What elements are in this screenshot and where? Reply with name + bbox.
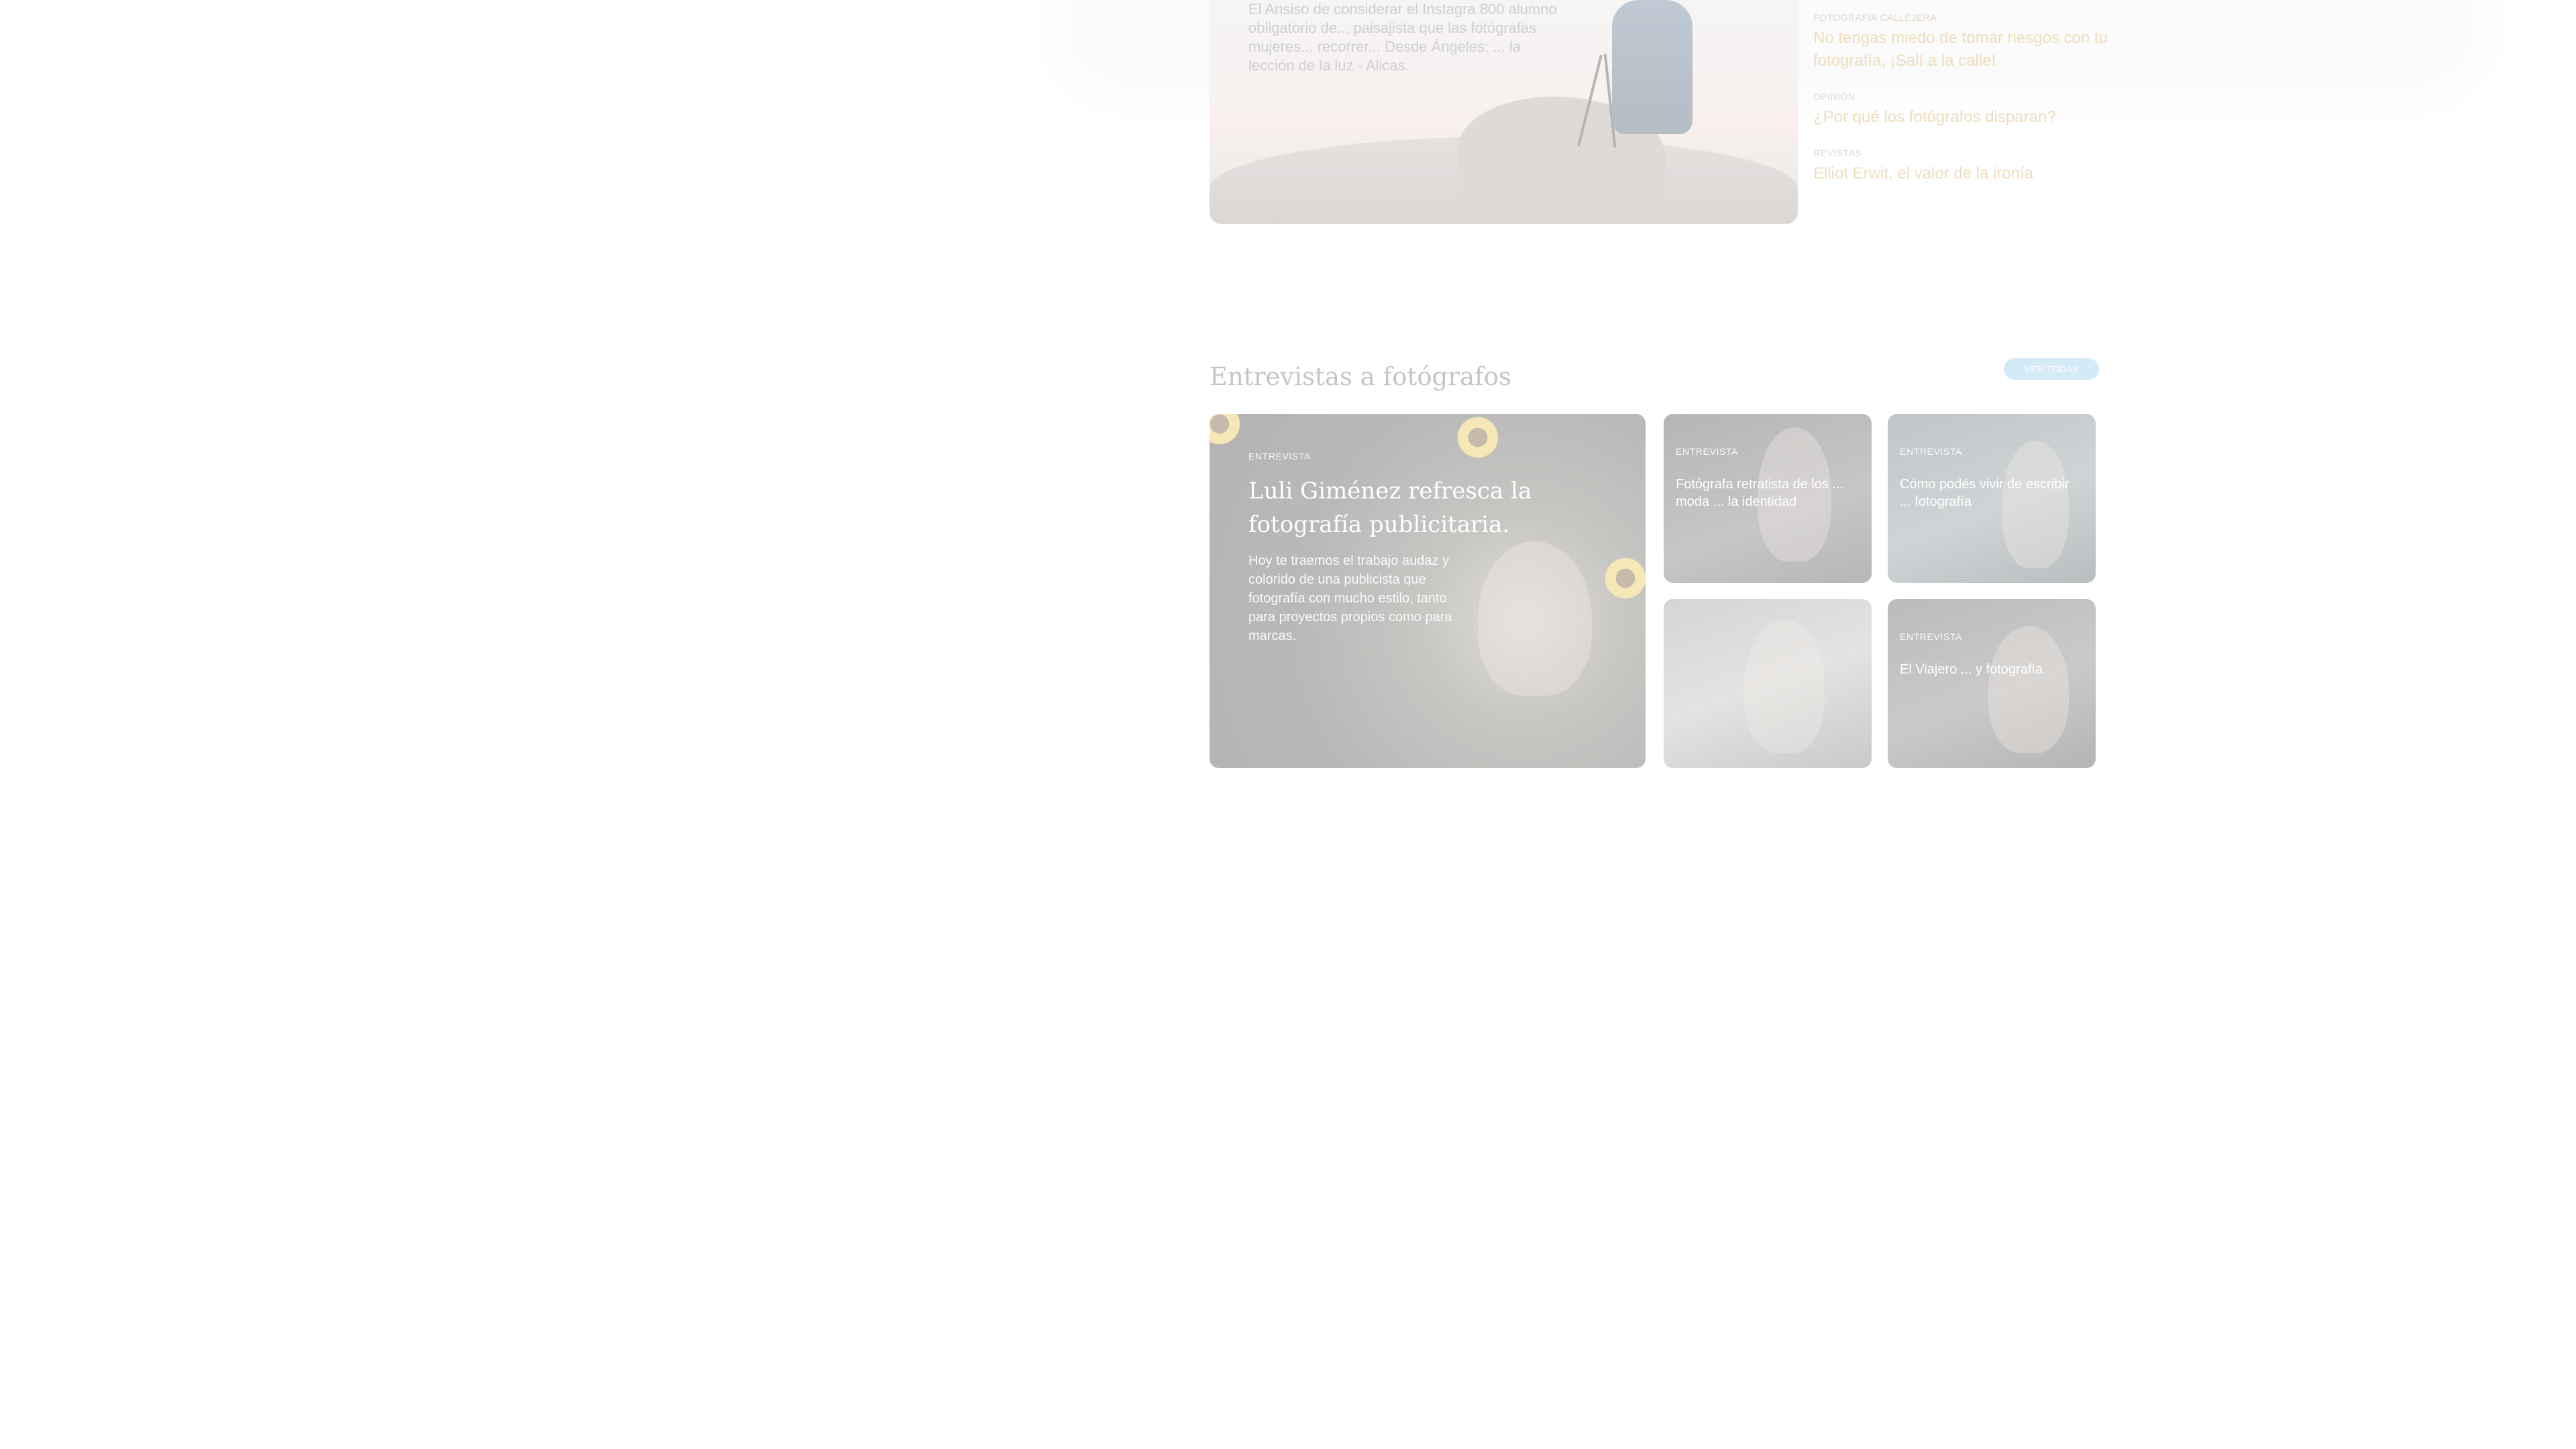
card-category: ENTREVISTA <box>1248 451 1311 462</box>
interview-card[interactable] <box>1664 599 1872 768</box>
interview-card[interactable]: ENTREVISTA Cómo podés vivir de escribir … <box>1888 414 2096 583</box>
card-category: ENTREVISTA <box>1900 446 1962 457</box>
card-description: Hoy te traemos el trabajo audaz y colori… <box>1248 553 1452 643</box>
related-article-title[interactable]: Elliot Erwit, el valor de la ironía <box>1813 162 2108 185</box>
related-article[interactable]: REVISTAS Elliot Erwit, el valor de la ir… <box>1813 148 2108 185</box>
portrait-figure <box>1478 541 1592 696</box>
portrait-figure <box>1744 619 1825 753</box>
card-category: ENTREVISTA <box>1900 631 1962 642</box>
card-category: ENTREVISTA <box>1676 446 1738 457</box>
section-title: Entrevistas a fotógrafos <box>1210 362 1512 391</box>
related-article[interactable]: OPINIÓN ¿Por qué los fotógrafos disparan… <box>1813 91 2108 129</box>
card-title[interactable]: Luli Giménez refresca la fotografía publ… <box>1248 474 1564 541</box>
related-article-category: FOTOGRAFÍA CALLEJERA <box>1813 12 1937 23</box>
portrait-figure <box>1988 626 2069 753</box>
featured-article-image[interactable]: El Ansiso de considerar el Instagra 800 … <box>1210 0 1798 224</box>
page: El Ansiso de considerar el Instagra 800 … <box>0 0 2576 1449</box>
interview-card[interactable]: ENTREVISTA El Viajero ... y fotografía <box>1888 599 2096 768</box>
related-article-category: OPINIÓN <box>1813 91 1856 102</box>
sunflower-icon <box>1454 414 1501 461</box>
related-article-title[interactable]: ¿Por qué los fotógrafos disparan? <box>1813 106 2108 129</box>
see-all-button[interactable]: VER TODAS <box>2004 358 2099 380</box>
sunflower-icon <box>1602 555 1646 602</box>
card-title[interactable]: Cómo podés vivir de escribir ... fotogra… <box>1900 476 2081 511</box>
card-title[interactable]: El Viajero ... y fotografía <box>1900 661 2081 678</box>
featured-interview-card[interactable]: ENTREVISTA Luli Giménez refresca la foto… <box>1210 414 1646 768</box>
related-article[interactable]: FOTOGRAFÍA CALLEJERA No tengas miedo de … <box>1813 12 2108 72</box>
featured-article-description: El Ansiso de considerar el Instagra 800 … <box>1248 1 1557 74</box>
card-title[interactable]: Fotógrafa retratista de los ... moda ...… <box>1676 476 1857 511</box>
interview-card[interactable]: ENTREVISTA Fotógrafa retratista de los .… <box>1664 414 1872 583</box>
photographer-figure <box>1612 0 1693 134</box>
related-article-title[interactable]: No tengas miedo de tomar riesgos con tu … <box>1813 27 2108 72</box>
related-articles: FOTOGRAFÍA CALLEJERA No tengas miedo de … <box>1813 12 2108 204</box>
related-article-category: REVISTAS <box>1813 148 1862 158</box>
